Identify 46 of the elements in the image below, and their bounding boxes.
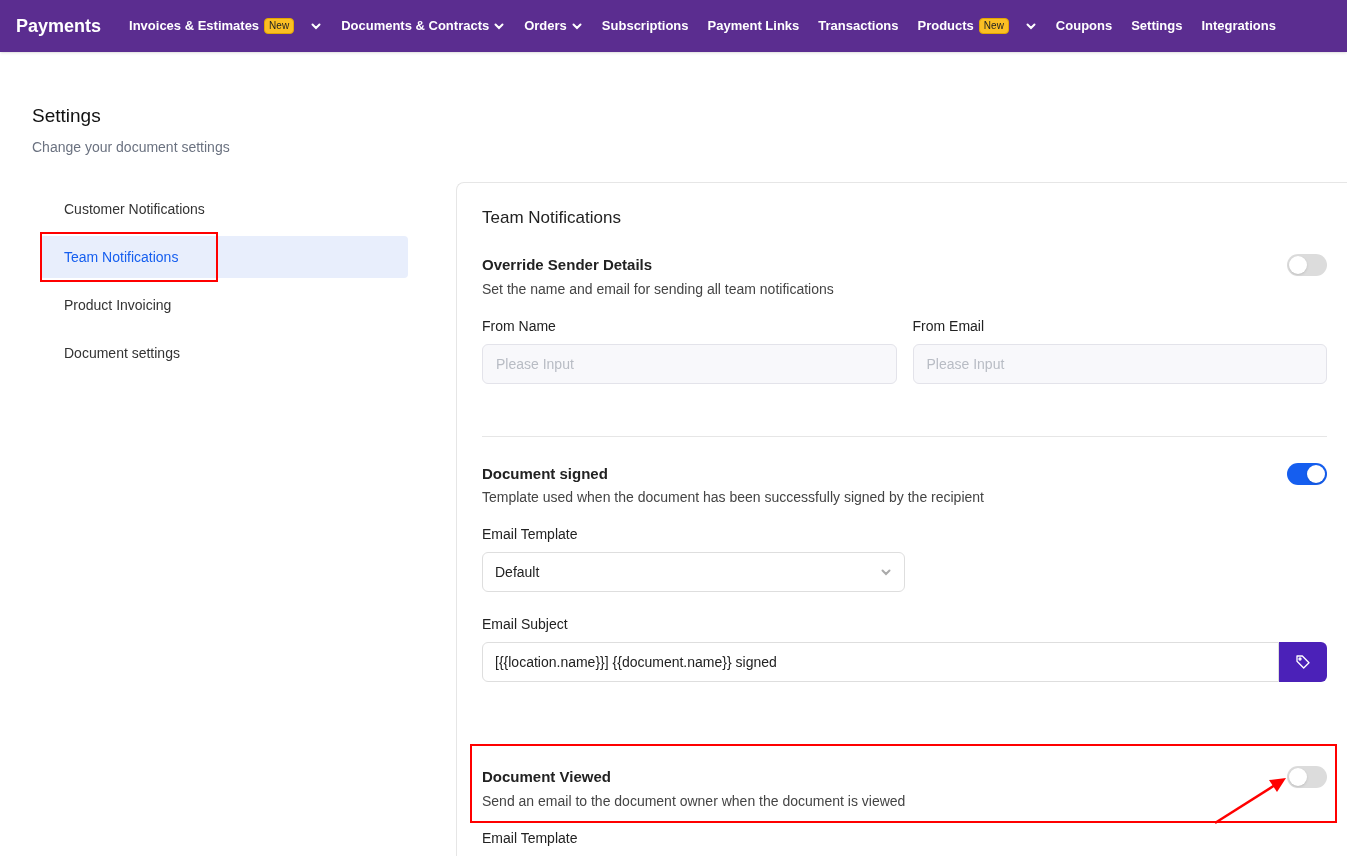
sidebar-item[interactable]: Team Notifications: [40, 235, 408, 278]
field-label: Email Subject: [482, 615, 569, 634]
section-title: Document Viewed: [482, 767, 611, 787]
select-value: Default: [495, 562, 540, 582]
sidebar-item[interactable]: Customer Notifications: [40, 187, 408, 230]
nav-link[interactable]: Orders: [524, 16, 567, 36]
nav-link[interactable]: Documents & Contracts: [341, 16, 490, 36]
nav-link[interactable]: Payment Links: [707, 16, 800, 36]
input-field[interactable]: Please Input: [912, 343, 1327, 384]
nav-link[interactable]: Invoices & Estimates: [129, 16, 260, 36]
nav-link[interactable]: Transactions: [818, 16, 899, 36]
nav-link[interactable]: Subscriptions: [601, 16, 689, 36]
sidebar-item[interactable]: Document settings: [40, 331, 408, 374]
field-label: Email Template: [482, 525, 579, 544]
toggle-switch[interactable]: [1287, 766, 1327, 789]
chevron-down-icon: [570, 20, 583, 32]
section-description: Template used when the document has been successfully signed by the recipient: [482, 488, 985, 507]
new-badge: New: [264, 18, 295, 34]
section-description: Set the name and email for sending all team notifications: [482, 279, 835, 299]
section-title: Document signed: [482, 463, 608, 484]
chevron-down-icon: [880, 566, 892, 578]
new-badge: New: [978, 18, 1009, 34]
tag-button[interactable]: [1279, 642, 1327, 682]
page-subtitle: Change your document settings: [32, 137, 231, 157]
nav-link[interactable]: Coupons: [1055, 16, 1113, 36]
field-label: From Name: [482, 316, 557, 336]
select-field[interactable]: Default: [482, 552, 905, 592]
tag-icon: [1295, 654, 1311, 670]
section-title: Override Sender Details: [482, 255, 653, 275]
chevron-down-icon: [310, 20, 323, 32]
field-label: Email Template: [482, 828, 579, 848]
input-field[interactable]: [{{location.name}}] {{document.name}} signed: [482, 642, 1279, 682]
toggle-switch[interactable]: [1287, 462, 1327, 485]
toggle-switch[interactable]: [1287, 254, 1327, 277]
nav-link[interactable]: Products: [917, 16, 974, 36]
page-title: Settings: [32, 104, 102, 128]
input-field[interactable]: Please Input: [482, 343, 897, 384]
chevron-down-icon: [1024, 20, 1037, 32]
brand-title: Payments: [16, 14, 102, 38]
card-title: Team Notifications: [482, 206, 622, 229]
nav-link[interactable]: Integrations: [1201, 16, 1276, 36]
chevron-down-icon: [493, 20, 506, 32]
section-description: Send an email to the document owner when the document is viewed: [482, 791, 907, 811]
field-label: From Email: [912, 316, 986, 336]
nav-link[interactable]: Settings: [1131, 16, 1183, 36]
sidebar-item[interactable]: Product Invoicing: [40, 283, 408, 326]
